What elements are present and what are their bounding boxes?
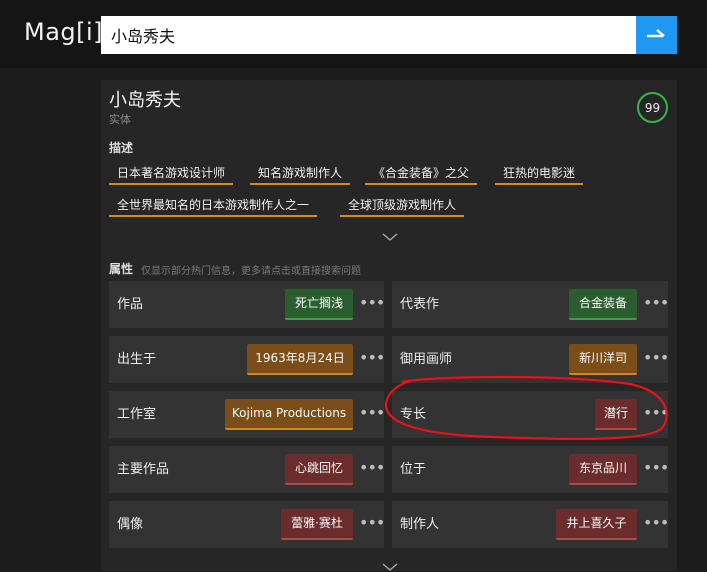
attribute-key: 专长 <box>400 407 427 422</box>
more-options-icon[interactable]: ••• <box>359 514 385 534</box>
attributes-hint: 仅显示部分热门信息，更多请点击或直接搜索问题 <box>141 266 361 277</box>
expand-chevron-icon[interactable] <box>382 232 398 242</box>
attribute-value[interactable]: 井上喜久子 <box>556 509 637 540</box>
attribute-row[interactable]: 偶像 蕾雅·赛杜 ••• <box>109 501 385 548</box>
description-tag[interactable]: 知名游戏制作人 <box>250 163 351 185</box>
app-logo[interactable]: Mag[i] <box>24 18 103 46</box>
attribute-row[interactable]: 御用画师 新川洋司 ••• <box>392 336 669 383</box>
attribute-key: 工作室 <box>117 407 157 422</box>
attribute-value[interactable]: 1963年8月24日 <box>247 344 353 375</box>
search-input[interactable] <box>101 16 636 54</box>
score-badge: 99 <box>637 92 668 123</box>
description-tag[interactable]: 全球顶级游戏制作人 <box>340 195 465 217</box>
attribute-value[interactable]: 蕾雅·赛杜 <box>281 509 353 540</box>
description-tag[interactable]: 狂热的电影迷 <box>495 163 584 185</box>
attribute-row[interactable]: 位于 东京品川 ••• <box>392 446 669 493</box>
attribute-value[interactable]: 潜行 <box>595 399 637 430</box>
more-options-icon[interactable]: ••• <box>643 349 669 369</box>
attribute-value[interactable]: Kojima Productions <box>225 399 353 430</box>
attribute-key: 出生于 <box>117 352 157 367</box>
attribute-key: 偶像 <box>117 517 144 532</box>
attribute-key: 主要作品 <box>117 462 170 477</box>
attribute-key: 作品 <box>117 297 144 312</box>
top-bar: Mag[i] <box>0 0 707 68</box>
more-options-icon[interactable]: ••• <box>359 404 385 424</box>
attribute-row[interactable]: 专长 潜行 ••• <box>392 391 669 438</box>
description-tag[interactable]: 日本著名游戏设计师 <box>109 163 234 185</box>
attribute-row[interactable]: 代表作 合金装备 ••• <box>392 281 669 328</box>
more-options-icon[interactable]: ••• <box>643 514 669 534</box>
entity-title: 小岛秀夫 <box>109 90 181 111</box>
arrow-right-icon <box>646 29 665 38</box>
more-options-icon[interactable]: ••• <box>643 294 669 314</box>
attribute-value[interactable]: 东京品川 <box>569 454 637 485</box>
more-options-icon[interactable]: ••• <box>643 459 669 479</box>
entity-panel: 小岛秀夫 实体 99 描述 日本著名游戏设计师 知名游戏制作人 《合金装备》之父… <box>101 80 677 571</box>
attributes-label: 属性 <box>109 262 134 276</box>
attribute-key: 制作人 <box>400 517 440 532</box>
attribute-row[interactable]: 工作室 Kojima Productions ••• <box>109 391 385 438</box>
attribute-row[interactable]: 作品 死亡搁浅 ••• <box>109 281 385 328</box>
description-label: 描述 <box>109 141 134 155</box>
description-tag[interactable]: 《合金装备》之父 <box>365 163 478 185</box>
attribute-row[interactable]: 出生于 1963年8月24日 ••• <box>109 336 385 383</box>
entity-type: 实体 <box>109 113 131 126</box>
search-button[interactable] <box>636 16 677 54</box>
more-options-icon[interactable]: ••• <box>359 294 385 314</box>
attribute-key: 代表作 <box>400 297 440 312</box>
description-tag[interactable]: 全世界最知名的日本游戏制作人之一 <box>109 195 318 217</box>
attribute-value[interactable]: 合金装备 <box>569 289 637 320</box>
attribute-key: 御用画师 <box>400 352 453 367</box>
attribute-value[interactable]: 新川洋司 <box>569 344 637 375</box>
attribute-value[interactable]: 心跳回忆 <box>285 454 353 485</box>
attribute-key: 位于 <box>400 462 427 477</box>
more-options-icon[interactable]: ••• <box>359 459 385 479</box>
more-options-icon[interactable]: ••• <box>643 404 669 424</box>
attribute-row[interactable]: 制作人 井上喜久子 ••• <box>392 501 669 548</box>
more-options-icon[interactable]: ••• <box>359 349 385 369</box>
attribute-value[interactable]: 死亡搁浅 <box>285 289 353 320</box>
attribute-row[interactable]: 主要作品 心跳回忆 ••• <box>109 446 385 493</box>
